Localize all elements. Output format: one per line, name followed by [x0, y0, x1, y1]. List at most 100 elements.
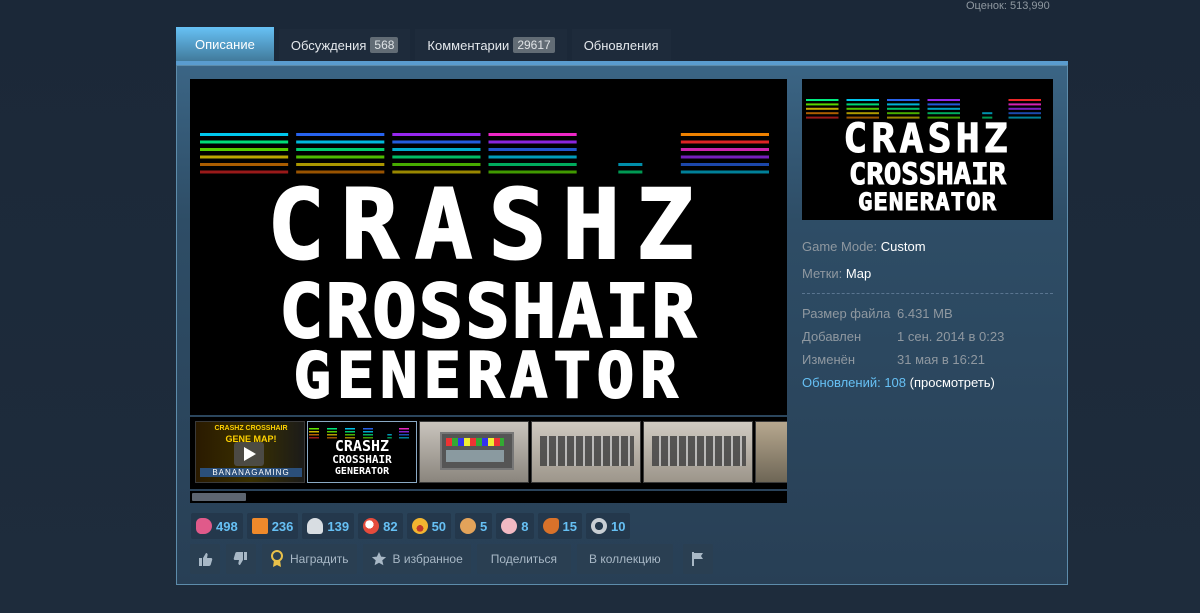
tab-description[interactable]: Описание: [176, 27, 274, 61]
main-image-line1: CRASHZ: [266, 169, 710, 281]
award-badge[interactable]: 15: [537, 513, 582, 539]
collection-button-label: В коллекцию: [589, 552, 661, 566]
thumbnail-screenshot-2[interactable]: [531, 421, 641, 483]
award-laugh-icon: [411, 518, 428, 534]
award-badge[interactable]: 139: [302, 513, 355, 539]
award-count: 236: [271, 518, 294, 534]
award-badge[interactable]: 50: [406, 513, 452, 539]
tab-discussions[interactable]: Обсуждения 568: [278, 29, 411, 61]
stat-value: 6.431 MB: [897, 306, 953, 321]
thumbs-down-icon: [233, 552, 247, 565]
tab-comments[interactable]: Комментарии 29617: [415, 29, 567, 61]
stat-key: Добавлен: [802, 329, 862, 344]
award-count: 139: [327, 518, 350, 534]
stat-posted: Добавлен 1 сен. 2014 в 0:23: [802, 329, 1053, 352]
tab-label: Обсуждения: [290, 37, 367, 53]
award-gift-icon: [251, 518, 268, 534]
award-badge[interactable]: 498: [191, 513, 243, 539]
award-headphones-icon: [590, 518, 607, 534]
stat-updated: Изменён 31 мая в 16:21: [802, 352, 1053, 375]
thumbnail-logo-line3: GENERATOR: [334, 466, 390, 477]
award-squirrel-icon: [542, 518, 559, 534]
award-button-label: Наградить: [290, 552, 349, 566]
thumbnail-logo[interactable]: CRASHZ CROSSHAIR GENERATOR: [307, 421, 417, 483]
award-count: 82: [383, 518, 398, 534]
tags-label: Метки:: [802, 266, 843, 281]
item-stats: Размер файла 6.431 MB Добавлен 1 сен. 20…: [802, 306, 1053, 375]
thumbnail-strip: CRASHZ CROSSHAIR GENE MAP! BANANAGAMING …: [190, 417, 787, 489]
preview-line3: GENERATOR: [857, 188, 998, 216]
award-ghost-icon: [307, 518, 324, 534]
game-mode-value[interactable]: Custom: [881, 239, 926, 254]
award-count: 498: [216, 518, 238, 534]
updates-count-link[interactable]: Обновлений: 108: [802, 375, 906, 390]
tab-label: Комментарии: [427, 37, 510, 53]
favorite-button[interactable]: В избранное: [362, 544, 471, 574]
tab-count-badge: 568: [370, 37, 399, 53]
award-count: 50: [431, 518, 447, 534]
stat-file-size: Размер файла 6.431 MB: [802, 306, 1053, 329]
tab-count-badge: 29617: [513, 37, 555, 53]
favorite-button-label: В избранное: [392, 552, 463, 566]
thumbnail-screenshot-1[interactable]: [419, 421, 529, 483]
thumbnail-logo-line2: CROSSHAIR: [332, 453, 392, 466]
flag-icon: [691, 552, 703, 566]
award-fish-icon: [196, 518, 212, 534]
award-badge[interactable]: 5: [455, 513, 493, 539]
details-divider: [802, 293, 1053, 294]
stat-value: 1 сен. 2014 в 0:23: [897, 329, 1005, 344]
award-badge[interactable]: 10: [585, 513, 631, 539]
tags-value[interactable]: Map: [846, 266, 871, 281]
award-count: 15: [562, 518, 577, 534]
tags-row: Метки: Map: [802, 266, 1053, 281]
thumbs-up-icon: [199, 553, 213, 566]
thumbnail-logo-line1: CRASHZ: [334, 437, 390, 455]
award-count: 5: [480, 518, 488, 534]
workshop-item-panel: CRASHZ CROSSHAIR GENERATOR CRASHZ CROSSH…: [176, 61, 1068, 585]
share-button[interactable]: Поделиться: [476, 544, 572, 574]
thumbnail-screenshot-4[interactable]: [755, 421, 787, 483]
award-count: 10: [610, 518, 626, 534]
thumbs-down-button[interactable]: [226, 544, 256, 574]
report-button[interactable]: [682, 544, 713, 574]
thumbnail-scrollbar[interactable]: [190, 491, 787, 503]
star-icon: [371, 552, 386, 566]
ratings-count: Оценок: 513,990: [966, 0, 1050, 12]
stat-value: 31 мая в 16:21: [897, 352, 985, 367]
game-mode-label: Game Mode:: [802, 239, 878, 254]
view-updates-link[interactable]: (просмотреть): [910, 375, 995, 390]
medal-icon: [271, 550, 283, 567]
tab-label: Описание: [195, 36, 255, 52]
preview-line2: CROSSHAIR: [848, 157, 1007, 191]
thumbs-up-button[interactable]: [190, 544, 220, 574]
thumbnail-caption-top: CRASHZ CROSSHAIR: [214, 425, 288, 432]
item-preview-image: CRASHZ CROSSHAIR GENERATOR: [802, 79, 1053, 220]
tab-bar: Описание Обсуждения 568 Комментарии 2961…: [176, 27, 671, 61]
action-buttons: Наградить В избранное Поделиться В колле…: [190, 544, 713, 574]
thumbnail-video[interactable]: CRASHZ CROSSHAIR GENE MAP! BANANAGAMING: [195, 421, 305, 483]
main-preview-image[interactable]: CRASHZ CROSSHAIR GENERATOR: [190, 79, 787, 415]
play-button-icon: [234, 442, 264, 466]
main-image-line2: CROSSHAIR: [278, 269, 698, 355]
thumbnail-screenshot-3[interactable]: [643, 421, 753, 483]
award-button[interactable]: Наградить: [262, 544, 357, 574]
award-badge[interactable]: 8: [496, 513, 534, 539]
award-cookie-icon: [460, 518, 477, 534]
stat-key: Размер файла: [802, 306, 891, 321]
add-to-collection-button[interactable]: В коллекцию: [577, 544, 673, 574]
updates-row: Обновлений: 108 (просмотреть): [802, 375, 1053, 390]
item-details: Game Mode: Custom Метки: Map Размер файл…: [802, 239, 1053, 390]
tab-updates[interactable]: Обновления: [571, 29, 671, 61]
main-image-line3: GENERATOR: [293, 339, 684, 412]
tab-label: Обновления: [583, 37, 659, 53]
game-mode-row: Game Mode: Custom: [802, 239, 1053, 254]
scrollbar-thumb[interactable]: [192, 493, 246, 501]
share-button-label: Поделиться: [490, 552, 558, 566]
award-badge[interactable]: 82: [358, 513, 403, 539]
thumbnail-caption-bottom: BANANAGAMING: [200, 468, 302, 477]
award-count: 8: [521, 518, 529, 534]
award-badge[interactable]: 236: [246, 513, 299, 539]
preview-line1: CRASHZ: [843, 116, 1012, 162]
stat-key: Изменён: [802, 352, 856, 367]
award-brain-icon: [501, 518, 518, 534]
